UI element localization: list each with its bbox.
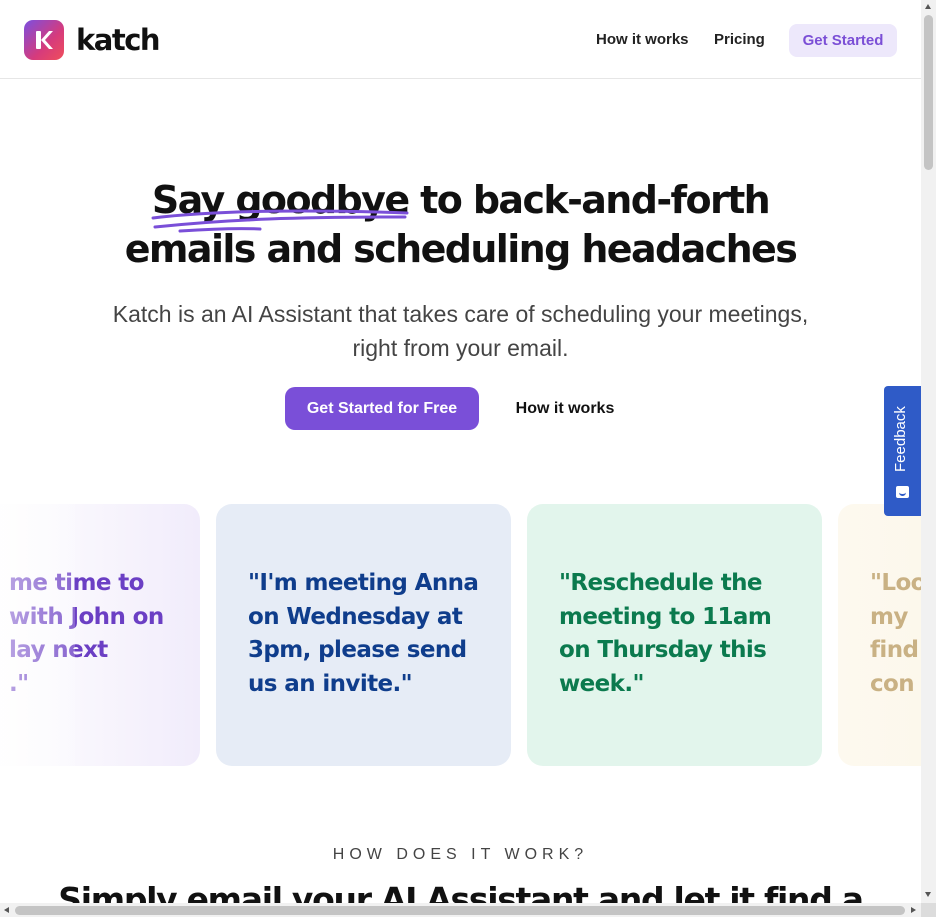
hero-title-line-1: Say goodbye to back-and-forth (0, 178, 921, 222)
nav-pricing-link[interactable]: Pricing (714, 31, 765, 48)
nav-how-it-works-link[interactable]: How it works (596, 31, 689, 48)
horizontal-scrollbar-thumb[interactable] (15, 906, 905, 915)
page: katch How it works Pricing Get Started S… (0, 0, 921, 903)
card-fade-overlay (0, 504, 75, 766)
section-eyebrow: HOW DOES IT WORK? (332, 846, 589, 863)
get-started-free-button[interactable]: Get Started for Free (285, 387, 479, 430)
card-quote: "Reschedule the meeting to 11am on Thurs… (559, 570, 772, 697)
feedback-tab[interactable]: Feedback (884, 386, 921, 516)
scrollbar-corner (921, 903, 936, 917)
logo-mark-icon (24, 20, 64, 60)
logo[interactable]: katch (24, 20, 161, 60)
site-header: katch How it works Pricing Get Started (0, 0, 921, 79)
scroll-up-arrow-icon[interactable] (925, 4, 931, 9)
feedback-label: Feedback (892, 406, 909, 472)
card-quote: "Loo my find con (870, 570, 921, 697)
scroll-right-arrow-icon[interactable] (911, 907, 916, 913)
nav-get-started-button[interactable]: Get Started (789, 24, 897, 57)
example-card: "I'm meeting Anna on Wednesday at 3pm, p… (216, 504, 511, 766)
hero-subtitle: Katch is an AI Assistant that takes care… (112, 301, 809, 361)
logo-text: katch (76, 23, 161, 57)
vertical-scrollbar[interactable] (921, 0, 936, 903)
hero-title-line-2: emails and scheduling headaches (124, 227, 798, 271)
scroll-down-arrow-icon[interactable] (925, 892, 931, 897)
smile-icon (896, 486, 909, 498)
example-card: "Reschedule the meeting to 11am on Thurs… (527, 504, 822, 766)
how-it-works-button[interactable]: How it works (500, 387, 630, 430)
example-card: "Loo my find con (838, 504, 921, 766)
vertical-scrollbar-thumb[interactable] (924, 15, 933, 170)
card-quote: "I'm meeting Anna on Wednesday at 3pm, p… (248, 570, 479, 697)
example-card: me time to with John on lay next ." (0, 504, 200, 766)
horizontal-scrollbar[interactable] (0, 903, 921, 917)
k-glyph-icon (36, 31, 53, 49)
scroll-left-arrow-icon[interactable] (4, 907, 9, 913)
hero-title-rest: to back-and-forth (408, 178, 771, 222)
section-title: Simply email your AI Assistant and let i… (58, 880, 864, 903)
